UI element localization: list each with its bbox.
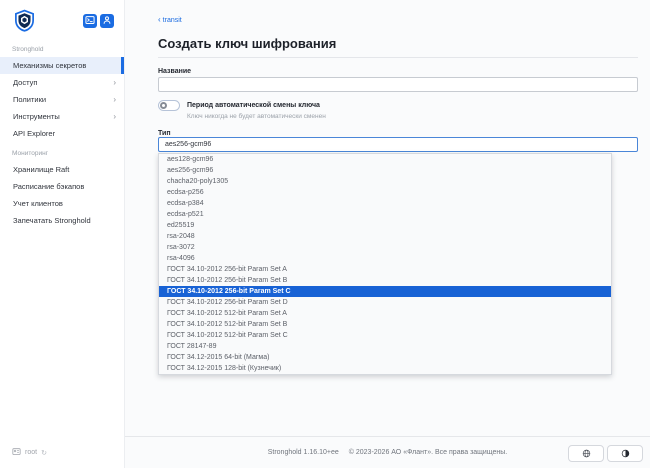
dropdown-option[interactable]: aes256-gcm96 xyxy=(159,165,611,176)
type-select-value: aes256-gcm96 xyxy=(165,141,212,148)
dropdown-option[interactable]: ГОСТ 34.10-2012 256-bit Param Set C xyxy=(159,286,611,297)
user-icon xyxy=(102,13,112,28)
chevron-right-icon: › xyxy=(113,94,116,104)
sidebar-item-label: Доступ xyxy=(13,78,38,87)
sidebar-item[interactable]: Инструменты › xyxy=(0,108,124,125)
dropdown-option[interactable]: ГОСТ 34.10-2012 256-bit Param Set B xyxy=(159,275,611,286)
user-badge-icon xyxy=(12,447,21,458)
breadcrumb-label: transit xyxy=(162,16,182,24)
footer-version: Stronghold 1.16.10+ee xyxy=(267,449,339,456)
dropdown-option[interactable]: ГОСТ 34.12-2015 128-bit (Кузнечик) xyxy=(159,363,611,374)
theme-toggle-button[interactable] xyxy=(607,445,643,462)
dropdown-option[interactable]: ed25519 xyxy=(159,220,611,231)
breadcrumb[interactable]: ‹ transit xyxy=(158,16,182,24)
dropdown-option[interactable]: rsa-3072 xyxy=(159,242,611,253)
dropdown-option[interactable]: ГОСТ 34.10-2012 512-bit Param Set C xyxy=(159,330,611,341)
sidebar-item-label: Учет клиентов xyxy=(13,199,63,208)
rotation-toggle-label: Период автоматической смены ключа xyxy=(187,102,320,109)
dropdown-option[interactable]: ГОСТ 34.10-2012 256-bit Param Set D xyxy=(159,297,611,308)
auth-user-label: root xyxy=(25,449,38,456)
dropdown-option[interactable]: aes128-gcm96 xyxy=(159,154,611,165)
type-field-label: Тип xyxy=(158,130,171,137)
theme-contrast-icon xyxy=(621,446,630,461)
title-divider xyxy=(158,57,638,58)
console-button[interactable] xyxy=(83,13,97,28)
sidebar-item-label: Запечатать Stronghold xyxy=(13,216,91,225)
language-button[interactable] xyxy=(568,445,604,462)
sidebar-item-label: Хранилище Raft xyxy=(13,165,70,174)
sidebar-item[interactable]: API Explorer › xyxy=(0,125,124,142)
type-select[interactable]: aes256-gcm96 xyxy=(158,137,638,152)
sidebar-logo-row xyxy=(0,0,124,38)
sidebar-item-label: Инструменты xyxy=(13,112,60,121)
create-key-form: ‹ transit Создать ключ шифрования Назван… xyxy=(125,0,650,375)
sidebar-item[interactable]: Механизмы секретов › xyxy=(0,57,124,74)
terminal-icon xyxy=(85,13,95,28)
toggle-knob xyxy=(160,102,167,109)
globe-icon xyxy=(582,446,591,461)
sidebar-item[interactable]: Учет клиентов › xyxy=(0,195,124,212)
dropdown-option[interactable]: chacha20-poly1305 xyxy=(159,176,611,187)
name-input[interactable] xyxy=(158,77,638,92)
main-area: ‹ transit Создать ключ шифрования Назван… xyxy=(125,0,650,468)
dropdown-option[interactable]: ГОСТ 34.10-2012 512-bit Param Set B xyxy=(159,319,611,330)
rotation-toggle-helper: Ключ никогда не будет автоматически смен… xyxy=(187,113,326,120)
chevron-right-icon: › xyxy=(113,77,116,87)
footer: Stronghold 1.16.10+ee © 2023-2026 АО «Фл… xyxy=(125,436,650,468)
dropdown-option[interactable]: ecdsa-p521 xyxy=(159,209,611,220)
dropdown-option[interactable]: ГОСТ 34.10-2012 256-bit Param Set A xyxy=(159,264,611,275)
sidebar-item-label: Расписание бэкапов xyxy=(13,182,85,191)
dropdown-option[interactable]: ГОСТ 28147-89 xyxy=(159,341,611,352)
sidebar-nav-monitoring: Хранилище Raft › Расписание бэкапов › Уч… xyxy=(0,161,124,229)
sidebar-item[interactable]: Запечатать Stronghold › xyxy=(0,212,124,229)
rotation-toggle[interactable] xyxy=(158,100,180,111)
type-dropdown: aes128-gcm96 aes256-gcm96 chacha20-poly1… xyxy=(158,153,612,375)
refresh-icon: ↻ xyxy=(41,449,47,457)
sidebar-item[interactable]: Доступ › xyxy=(0,74,124,91)
sidebar-item[interactable]: Расписание бэкапов › xyxy=(0,178,124,195)
sidebar-item-label: API Explorer xyxy=(13,129,56,138)
chevron-left-icon: ‹ xyxy=(158,15,161,24)
dropdown-option[interactable]: ГОСТ 34.10-2012 512-bit Param Set A xyxy=(159,308,611,319)
dropdown-option[interactable]: ГОСТ 34.12-2015 64-bit (Магма) xyxy=(159,352,611,363)
page-title: Создать ключ шифрования xyxy=(158,36,337,51)
sidebar-nav-main: Механизмы секретов › Доступ › Политики › xyxy=(0,57,124,142)
sidebar-item[interactable]: Политики › xyxy=(0,91,124,108)
stronghold-logo-icon xyxy=(13,9,36,32)
name-field-label: Название xyxy=(158,68,192,75)
sidebar-section-monitoring: Мониторинг xyxy=(12,150,49,157)
user-menu-button[interactable] xyxy=(100,13,114,28)
app-window: Stronghold Механизмы секретов › Доступ › xyxy=(0,0,650,468)
chevron-right-icon: › xyxy=(113,111,116,121)
auth-status[interactable]: root ↻ xyxy=(0,447,124,468)
dropdown-option[interactable]: rsa-2048 xyxy=(159,231,611,242)
dropdown-option[interactable]: ecdsa-p384 xyxy=(159,198,611,209)
dropdown-option[interactable]: rsa-4096 xyxy=(159,253,611,264)
sidebar-item-label: Политики xyxy=(13,95,47,104)
dropdown-option[interactable]: ecdsa-p256 xyxy=(159,187,611,198)
sidebar-section-stronghold: Stronghold xyxy=(12,46,44,53)
sidebar-item[interactable]: Хранилище Raft › xyxy=(0,161,124,178)
sidebar-item-label: Механизмы секретов xyxy=(13,61,87,70)
footer-copyright: © 2023-2026 АО «Флант». Все права защище… xyxy=(348,449,508,456)
sidebar: Stronghold Механизмы секретов › Доступ › xyxy=(0,0,125,468)
